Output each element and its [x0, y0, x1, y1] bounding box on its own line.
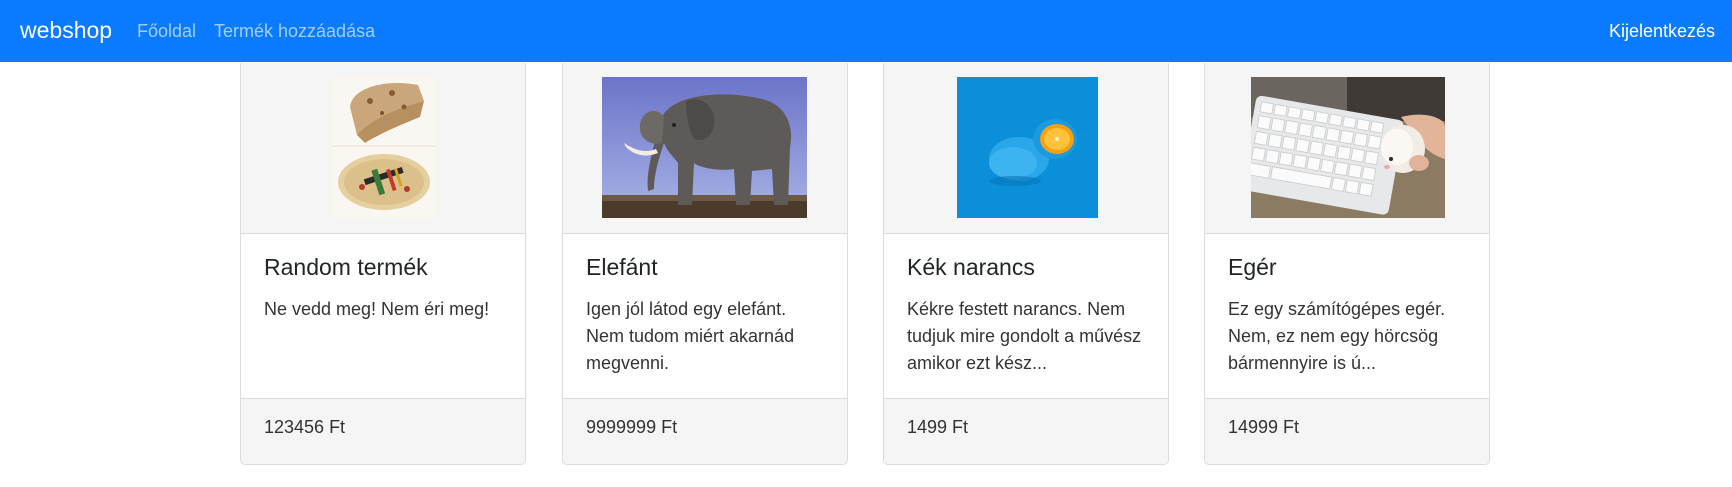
product-description: Igen jól látod egy elefánt. Nem tudom mi…: [586, 299, 795, 373]
logout-link[interactable]: Kijelentkezés: [1609, 21, 1715, 42]
top-navbar: webshop Főoldal Termék hozzáadása Kijele…: [0, 0, 1732, 62]
nav-link-home[interactable]: Főoldal: [137, 21, 196, 42]
card-footer: 14999 Ft: [1205, 398, 1489, 464]
product-image-area: [1205, 63, 1489, 234]
product-description: Kékre festett narancs. Nem tudjuk mire g…: [907, 299, 1142, 373]
product-image-area: [563, 63, 847, 234]
product-title: Kék narancs: [907, 254, 1035, 280]
product-title: Random termék: [264, 254, 428, 280]
product-price: 1499 Ft: [907, 417, 969, 437]
card-body: Kék narancs Kékre festett narancs. Nem t…: [884, 234, 1168, 400]
product-image: [957, 77, 1098, 218]
product-image-area: [884, 63, 1168, 234]
product-image: [332, 77, 436, 218]
product-price: 9999999 Ft: [586, 417, 678, 437]
brand-link[interactable]: webshop: [20, 17, 112, 44]
card-footer: 9999999 Ft: [563, 398, 847, 464]
card-footer: 123456 Ft: [241, 398, 525, 464]
nav-link-add-product[interactable]: Termék hozzáadása: [214, 21, 375, 42]
product-title: Egér: [1228, 254, 1277, 280]
card-body: Random termék Ne vedd meg! Nem éri meg!: [241, 234, 525, 400]
card-body: Elefánt Igen jól látod egy elefánt. Nem …: [563, 234, 847, 400]
product-card[interactable]: Elefánt Igen jól látod egy elefánt. Nem …: [562, 63, 848, 465]
product-image: [602, 77, 807, 218]
product-image-area: [241, 63, 525, 234]
product-card[interactable]: Egér Ez egy számítógépes egér. Nem, ez n…: [1204, 63, 1490, 465]
product-description: Ne vedd meg! Nem éri meg!: [264, 299, 490, 319]
card-footer: 1499 Ft: [884, 398, 1168, 464]
product-price: 14999 Ft: [1228, 417, 1300, 437]
product-description: Ez egy számítógépes egér. Nem, ez nem eg…: [1228, 299, 1446, 373]
product-title: Elefánt: [586, 254, 658, 280]
card-body: Egér Ez egy számítógépes egér. Nem, ez n…: [1205, 234, 1489, 400]
product-card[interactable]: Kék narancs Kékre festett narancs. Nem t…: [883, 63, 1169, 465]
product-price: 123456 Ft: [264, 417, 346, 437]
product-card[interactable]: Random termék Ne vedd meg! Nem éri meg! …: [240, 63, 526, 465]
product-image: [1251, 77, 1445, 218]
